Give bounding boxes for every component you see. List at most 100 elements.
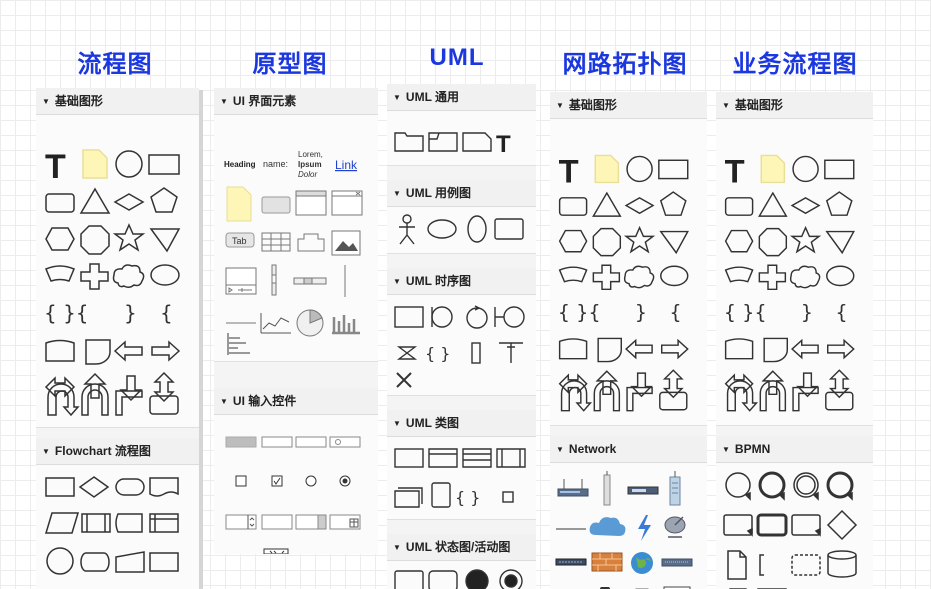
end-event-icon[interactable] xyxy=(826,471,854,501)
brace-pair-icon[interactable]: { } xyxy=(455,488,480,507)
section-header-class[interactable]: ▼ UML 类图 xyxy=(387,410,536,437)
rounded-rect-shape-icon[interactable] xyxy=(45,193,75,213)
interface-class-icon[interactable] xyxy=(496,448,526,468)
call-activity-icon[interactable] xyxy=(791,514,821,537)
rounded-box-shape-icon[interactable] xyxy=(659,391,688,411)
gateway-icon[interactable] xyxy=(826,509,858,541)
section-header-ui-elements[interactable]: ▼ UI 界面元素 xyxy=(214,88,378,115)
checkbox-checked-icon[interactable] xyxy=(271,475,283,487)
inverted-triangle-shape-icon[interactable] xyxy=(659,230,689,255)
u-turn-arrow-alt-icon[interactable] xyxy=(593,380,621,412)
state-box-icon[interactable] xyxy=(394,570,424,589)
annotation-icon[interactable] xyxy=(759,554,764,576)
destroy-lifeline-icon[interactable] xyxy=(396,346,418,360)
ellipse-shape-icon[interactable] xyxy=(115,150,143,178)
horizontal-bar-chart-icon[interactable] xyxy=(227,333,250,355)
satellite-dish-icon[interactable] xyxy=(664,516,686,538)
manual-input-shape-icon[interactable] xyxy=(115,551,145,573)
bracket-right-icon[interactable]: } xyxy=(801,301,813,324)
actor-icon[interactable] xyxy=(399,214,415,245)
card-shape-icon[interactable] xyxy=(149,552,179,572)
brace-pair-icon[interactable]: { }{ xyxy=(44,301,89,325)
corner-shape-icon[interactable] xyxy=(792,386,819,412)
arrow-right-icon[interactable] xyxy=(827,338,855,360)
initial-state-icon[interactable] xyxy=(465,569,489,589)
inverted-triangle-shape-icon[interactable] xyxy=(149,228,181,253)
textbox-input-icon[interactable] xyxy=(261,436,293,448)
rectangle-shape-icon[interactable] xyxy=(824,159,855,180)
use-case-ellipse-icon[interactable] xyxy=(427,219,457,239)
document-shape-icon[interactable] xyxy=(149,477,179,497)
hexagon-shape-icon[interactable] xyxy=(724,229,754,253)
arrow-left-icon[interactable] xyxy=(113,340,143,362)
tape-shape-icon[interactable] xyxy=(45,339,75,362)
manual-op-shape-icon[interactable] xyxy=(115,513,143,533)
cross-shape-icon[interactable] xyxy=(592,264,621,291)
bar-chart-ui-icon[interactable] xyxy=(332,315,360,335)
arrow-right-icon[interactable] xyxy=(151,340,181,362)
folder-shape-icon[interactable] xyxy=(394,132,424,152)
heading-label[interactable]: Heading xyxy=(224,160,256,169)
data-object-icon[interactable] xyxy=(727,550,747,580)
rounded-box-shape-icon[interactable] xyxy=(149,395,179,415)
cloud-shape-icon[interactable] xyxy=(112,264,145,289)
class-box-icon[interactable] xyxy=(394,448,424,468)
panel-divider[interactable] xyxy=(199,90,203,589)
text-tool-icon[interactable]: T xyxy=(496,131,511,158)
trapezoid-curve-shape-icon[interactable] xyxy=(724,266,754,283)
ellipse-shape-icon[interactable] xyxy=(626,155,653,183)
server-rack-icon[interactable] xyxy=(669,471,681,506)
tape-shape-icon[interactable] xyxy=(724,338,754,360)
speech-bubble-shape-icon[interactable] xyxy=(660,265,689,287)
star-shape-icon[interactable] xyxy=(112,223,146,252)
section-header-sequence[interactable]: ▼ UML 时序图 xyxy=(387,268,536,295)
pentagon-shape-icon[interactable] xyxy=(659,191,687,216)
octagon-shape-icon[interactable] xyxy=(758,227,788,257)
section-header-basic-shapes[interactable]: ▼ 基础图形 xyxy=(36,88,199,115)
modem-device-icon[interactable] xyxy=(555,558,587,566)
start-event-icon[interactable] xyxy=(725,472,751,501)
router-device-icon[interactable] xyxy=(557,479,589,497)
arrow-double-vertical-icon[interactable] xyxy=(828,369,850,399)
arrow-left-icon[interactable] xyxy=(625,338,653,360)
inverted-triangle-shape-icon[interactable] xyxy=(825,230,855,255)
diamond-shape-icon[interactable] xyxy=(790,197,821,215)
search-input-icon[interactable] xyxy=(329,436,361,448)
brace-pair-icon[interactable]: { }{ xyxy=(724,301,767,324)
trapezoid-curve-shape-icon[interactable] xyxy=(45,265,75,282)
decision-shape-icon[interactable] xyxy=(78,476,110,498)
rectangle-shape-icon[interactable] xyxy=(148,154,180,175)
cloud-shape-icon[interactable] xyxy=(623,265,655,289)
corner-shape-icon[interactable] xyxy=(626,386,653,412)
data-store-icon[interactable] xyxy=(827,550,857,578)
activation-bar-icon[interactable] xyxy=(471,342,481,364)
section-header-flowchart[interactable]: ▼ Flowchart 流程图 xyxy=(36,438,199,465)
text-tool-icon[interactable]: T xyxy=(559,152,579,189)
name-label[interactable]: name: xyxy=(263,159,288,169)
data-shape-icon[interactable] xyxy=(44,512,80,534)
hexagon-shape-icon[interactable] xyxy=(558,229,588,253)
display-shape-icon[interactable] xyxy=(597,337,622,363)
line-chart-ui-icon[interactable] xyxy=(260,313,291,334)
diamond-shape-icon[interactable] xyxy=(113,193,145,211)
tower-device-icon[interactable] xyxy=(603,471,611,506)
entity-lifeline-icon[interactable] xyxy=(494,306,525,328)
combo-input-icon[interactable] xyxy=(295,436,327,448)
u-turn-arrow-icon[interactable] xyxy=(560,380,593,412)
cross-shape-icon[interactable] xyxy=(758,264,787,291)
close-cross-icon[interactable] xyxy=(396,372,412,388)
stepper-input-icon[interactable] xyxy=(225,514,257,530)
button-ui-icon[interactable] xyxy=(261,196,291,214)
section-header-use-case[interactable]: ▼ UML 用例图 xyxy=(387,180,536,207)
speech-bubble-shape-icon[interactable] xyxy=(150,264,180,286)
internal-storage-icon[interactable] xyxy=(149,513,179,533)
star-shape-icon[interactable] xyxy=(789,225,822,254)
pentagon-shape-icon[interactable] xyxy=(825,191,853,216)
trapezoid-curve-shape-icon[interactable] xyxy=(558,266,588,283)
class-two-section-icon[interactable] xyxy=(428,448,458,468)
terminator-shape-icon[interactable] xyxy=(115,478,145,496)
hexagon-shape-icon[interactable] xyxy=(45,227,75,251)
date-input-icon[interactable] xyxy=(261,514,293,530)
tape-shape-icon[interactable] xyxy=(558,338,588,360)
task-icon[interactable] xyxy=(723,514,753,537)
